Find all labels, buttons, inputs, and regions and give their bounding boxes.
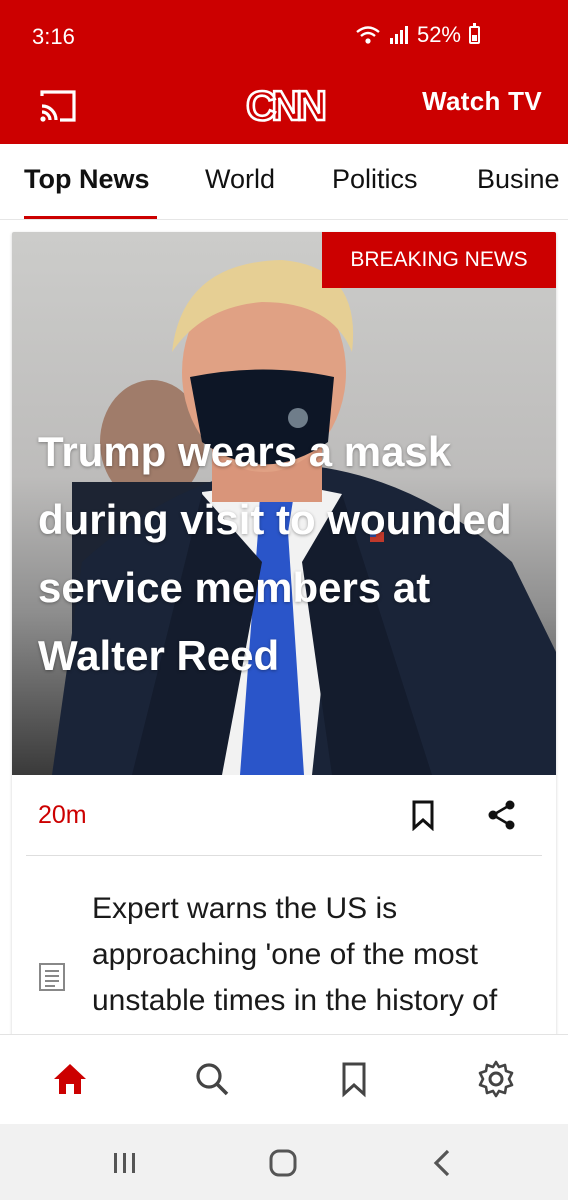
tab-top-news[interactable]: Top News — [24, 164, 150, 195]
bottom-navigation — [0, 1034, 568, 1124]
hero-image[interactable]: BREAKING NEWS Trump wears a mask during … — [12, 232, 556, 775]
wifi-icon — [356, 26, 380, 44]
cast-icon[interactable] — [38, 86, 78, 126]
app-header: CNN Watch TV — [0, 72, 568, 144]
watch-tv-button[interactable]: Watch TV — [422, 86, 542, 117]
story-timestamp: 20m — [38, 801, 87, 829]
status-time: 3:16 — [32, 24, 75, 49]
settings-icon[interactable] — [476, 1059, 516, 1099]
bookmark-icon[interactable] — [408, 799, 438, 831]
section-tabs: Top News World Politics Busine — [0, 144, 568, 220]
system-navigation-bar — [0, 1124, 568, 1200]
home-icon[interactable] — [50, 1059, 90, 1099]
top-story-card[interactable]: BREAKING NEWS Trump wears a mask during … — [12, 232, 556, 1052]
story-meta-row: 20m — [12, 775, 556, 855]
active-tab-indicator — [24, 216, 157, 219]
battery-icon — [469, 23, 480, 44]
cnn-app-screen: 3:16 52% CNN Watch TV Top News World Pol… — [0, 0, 568, 1200]
tab-politics[interactable]: Politics — [332, 164, 418, 195]
home-button-icon[interactable] — [266, 1146, 300, 1180]
next-story-title[interactable]: Expert warns the US is approaching 'one … — [92, 886, 532, 1052]
search-icon[interactable] — [192, 1059, 232, 1099]
status-bar: 3:16 52% — [0, 0, 568, 72]
hero-headline[interactable]: Trump wears a mask during visit to wound… — [38, 418, 538, 690]
saved-stories-icon[interactable] — [334, 1059, 374, 1099]
status-indicators: 52% — [355, 22, 480, 48]
cnn-logo-text: CNN — [246, 82, 325, 128]
tab-business[interactable]: Busine — [477, 164, 560, 195]
share-icon[interactable] — [486, 799, 518, 831]
card-divider — [26, 855, 542, 856]
breaking-news-badge: BREAKING NEWS — [322, 232, 556, 288]
tab-world[interactable]: World — [205, 164, 275, 195]
battery-percent: 52% — [416, 22, 461, 47]
back-icon[interactable] — [426, 1146, 460, 1180]
recents-icon[interactable] — [108, 1146, 142, 1180]
signal-icon — [389, 26, 408, 44]
article-icon — [39, 963, 65, 991]
cnn-logo: CNN — [245, 81, 330, 128]
